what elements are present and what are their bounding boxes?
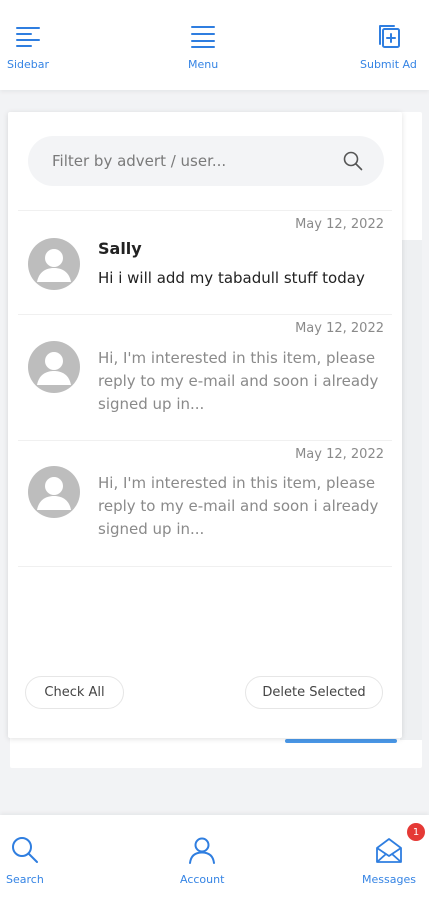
delete-selected-button[interactable]: Delete Selected [245, 676, 383, 709]
top-toolbar: Sidebar Menu Submit Ad [0, 0, 429, 90]
message-item[interactable]: May 12, 2022 Sally Hi i will add my taba… [18, 210, 392, 314]
bottom-nav: Search Account 1 Messages [0, 815, 429, 900]
menu-button[interactable]: Menu [188, 22, 218, 71]
accent-underline [285, 739, 397, 743]
menu-label: Menu [188, 58, 219, 71]
nav-messages-label: Messages [362, 873, 416, 886]
message-date: May 12, 2022 [295, 217, 384, 232]
messages-card: May 12, 2022 Sally Hi i will add my taba… [8, 112, 402, 738]
add-ad-icon [379, 25, 401, 48]
user-avatar-icon [37, 249, 71, 282]
hamburger-menu-icon [191, 26, 216, 48]
message-item[interactable]: May 12, 2022 Hi, I'm interested in this … [18, 440, 392, 566]
search-icon [11, 837, 38, 863]
message-date: May 12, 2022 [295, 321, 384, 336]
nav-search-button[interactable]: Search [6, 835, 44, 886]
sidebar-button[interactable]: Sidebar [7, 22, 49, 71]
sidebar-label: Sidebar [7, 58, 50, 71]
list-divider [18, 566, 392, 567]
nav-search-label: Search [6, 873, 44, 886]
search-bar [28, 136, 384, 186]
submit-ad-button[interactable]: Submit Ad [360, 22, 417, 71]
search-input[interactable] [52, 152, 342, 170]
message-item[interactable]: May 12, 2022 Hi, I'm interested in this … [18, 314, 392, 440]
avatar [28, 341, 80, 393]
message-text: Hi i will add my tabadull stuff today [98, 269, 365, 287]
app-root: Sidebar Menu Submit Ad Filter by advert … [0, 0, 429, 900]
user-icon [189, 837, 216, 864]
check-all-button[interactable]: Check All [25, 676, 124, 709]
envelope-icon [376, 838, 402, 863]
user-avatar-icon [37, 477, 71, 510]
nav-account-button[interactable]: Account [180, 835, 224, 886]
message-text: Hi, I'm interested in this item, please … [98, 349, 379, 413]
message-date: May 12, 2022 [295, 447, 384, 462]
avatar [28, 466, 80, 518]
search-icon[interactable] [342, 150, 364, 172]
submit-ad-label: Submit Ad [360, 58, 417, 71]
background-strip [400, 240, 422, 740]
sidebar-icon [16, 27, 41, 47]
avatar [28, 238, 80, 290]
unread-count-badge: 1 [407, 823, 425, 841]
nav-messages-button[interactable]: 1 Messages [362, 823, 425, 886]
user-avatar-icon [37, 352, 71, 385]
message-sender: Sally [98, 239, 142, 258]
nav-account-label: Account [180, 873, 225, 886]
message-text: Hi, I'm interested in this item, please … [98, 474, 379, 538]
